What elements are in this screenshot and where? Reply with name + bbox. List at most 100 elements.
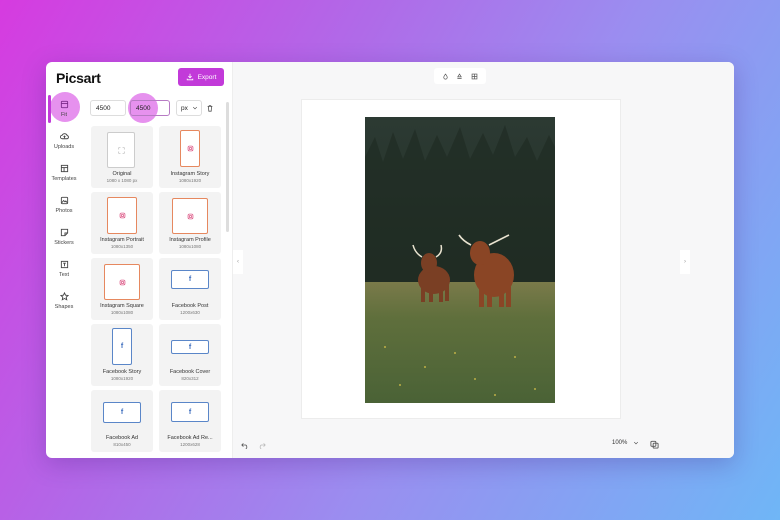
chevron-right-icon: › — [684, 259, 686, 265]
stickers-icon — [60, 228, 68, 237]
facebook-icon: f — [120, 343, 124, 350]
redo-icon[interactable] — [258, 441, 266, 449]
facebook-icon: f — [188, 343, 192, 351]
preset-label: Facebook Ad — [105, 435, 139, 441]
preset-thumbnail: f — [171, 402, 209, 422]
rail-item-photos[interactable]: Photos — [46, 190, 82, 220]
preset-thumbnail: f — [112, 328, 132, 365]
templates-icon — [60, 164, 68, 173]
text-icon — [60, 260, 68, 269]
preset-thumbnail: f — [171, 270, 209, 289]
preset-instagram-profile[interactable]: Instagram Profile 1080x1080 — [159, 192, 221, 254]
upload-icon — [59, 133, 69, 140]
chevron-down-icon — [192, 106, 197, 110]
preset-instagram-square[interactable]: Instagram Square 1080x1080 — [91, 258, 153, 320]
preset-label: Original — [112, 171, 132, 177]
editor-window: Picsart Export Fit Uploads Templates Pho… — [46, 62, 734, 458]
rail-item-stickers[interactable]: Stickers — [46, 222, 82, 252]
unit-value: px — [181, 104, 188, 112]
rail-item-label: Stickers — [54, 240, 74, 246]
preset-size: 1080x1920 — [178, 178, 202, 183]
preset-label: Instagram Portrait — [100, 237, 144, 243]
rail-item-label: Templates — [51, 176, 77, 182]
preset-label: Facebook Story — [102, 369, 142, 375]
preset-label: Facebook Ad Re... — [167, 435, 213, 441]
preset-facebook-story[interactable]: f Facebook Story 1080x1920 — [91, 324, 153, 386]
expand-right-panel-button[interactable]: › — [680, 250, 690, 274]
instagram-icon — [187, 145, 193, 152]
rail-item-fit[interactable]: Fit — [46, 94, 82, 124]
expand-icon — [117, 146, 125, 154]
preset-facebook-post[interactable]: f Facebook Post 1200x630 — [159, 258, 221, 320]
rail-item-label: Fit — [60, 112, 68, 118]
highland-cattle-image — [365, 117, 555, 403]
shapes-icon — [59, 292, 69, 301]
preset-instagram-story[interactable]: Instagram Story 1080x1920 — [159, 126, 221, 188]
trash-icon[interactable] — [206, 104, 214, 112]
export-button[interactable]: Export — [178, 68, 224, 86]
grid-icon[interactable] — [471, 73, 478, 80]
preset-size: 1200x628 — [180, 442, 200, 447]
export-label: Export — [197, 73, 217, 81]
preset-facebook-ad-rectangle[interactable]: f Facebook Ad Re... 1200x628 — [159, 390, 221, 452]
preset-size: 820x312 — [181, 376, 199, 381]
fill-icon[interactable] — [456, 72, 463, 80]
preset-label: Instagram Story — [170, 171, 210, 177]
preset-instagram-portrait[interactable]: Instagram Portrait 1080x1350 — [91, 192, 153, 254]
preset-label: Facebook Post — [171, 303, 209, 309]
height-input[interactable]: 4500 — [130, 100, 170, 116]
rail-item-label: Photos — [55, 208, 73, 214]
chevron-down-icon — [634, 441, 639, 445]
collapse-panel-button[interactable]: ‹ — [233, 250, 243, 274]
facebook-icon: f — [188, 408, 192, 416]
undo-icon[interactable] — [241, 441, 249, 449]
preset-thumbnail — [107, 132, 135, 168]
picsart-logo: Picsart — [56, 70, 101, 86]
rail-item-uploads[interactable]: Uploads — [46, 126, 82, 156]
facebook-icon: f — [120, 409, 124, 416]
preset-size: 1080x1350 — [110, 244, 134, 249]
rail-item-text[interactable]: Text — [46, 254, 82, 284]
canvas-photo[interactable] — [365, 117, 555, 403]
canvas-toolbar — [434, 68, 486, 84]
rail-item-label: Uploads — [53, 144, 75, 150]
preset-thumbnail — [104, 264, 140, 300]
opacity-icon[interactable] — [442, 72, 449, 80]
facebook-icon: f — [188, 276, 192, 283]
preset-size: 1080x1080 — [178, 244, 202, 249]
preset-label: Facebook Cover — [169, 369, 211, 375]
instagram-icon — [119, 212, 125, 219]
preset-size: 1080x1080 — [110, 310, 134, 315]
width-input[interactable]: 4500 — [90, 100, 126, 116]
preset-original[interactable]: Original 1080 x 1080 px — [91, 126, 153, 188]
rail-item-label: Shapes — [54, 304, 74, 310]
preset-facebook-ad[interactable]: f Facebook Ad 810x450 — [91, 390, 153, 452]
preset-size: 1080 x 1080 px — [106, 178, 138, 183]
preset-label: Instagram Square — [100, 303, 144, 309]
compare-icon[interactable] — [650, 440, 659, 449]
canvas-bottom-bar: 100% — [236, 436, 734, 456]
unit-select[interactable]: px — [176, 100, 202, 116]
zoom-value: 100% — [612, 440, 628, 446]
preset-thumbnail — [172, 198, 208, 234]
photos-icon — [60, 196, 68, 205]
preset-facebook-cover[interactable]: f Facebook Cover 820x312 — [159, 324, 221, 386]
nav-rail: Fit Uploads Templates Photos Stickers Te… — [46, 94, 82, 458]
panel-scrollbar[interactable] — [226, 102, 229, 232]
preset-thumbnail — [107, 197, 137, 234]
rail-item-shapes[interactable]: Shapes — [46, 286, 82, 316]
preset-size: 1200x630 — [180, 310, 200, 315]
rail-item-templates[interactable]: Templates — [46, 158, 82, 188]
instagram-icon — [119, 279, 125, 285]
preset-size: 810x450 — [113, 442, 131, 447]
preset-label: Instagram Profile — [169, 237, 211, 243]
preset-thumbnail — [180, 130, 200, 167]
preset-thumbnail: f — [103, 402, 141, 423]
rail-item-label: Text — [58, 272, 70, 278]
fit-icon — [60, 100, 68, 109]
chevron-left-icon: ‹ — [237, 259, 239, 265]
instagram-icon — [187, 213, 193, 219]
zoom-select[interactable]: 100% — [612, 440, 639, 446]
preset-thumbnail: f — [171, 340, 209, 354]
download-icon — [186, 73, 193, 81]
